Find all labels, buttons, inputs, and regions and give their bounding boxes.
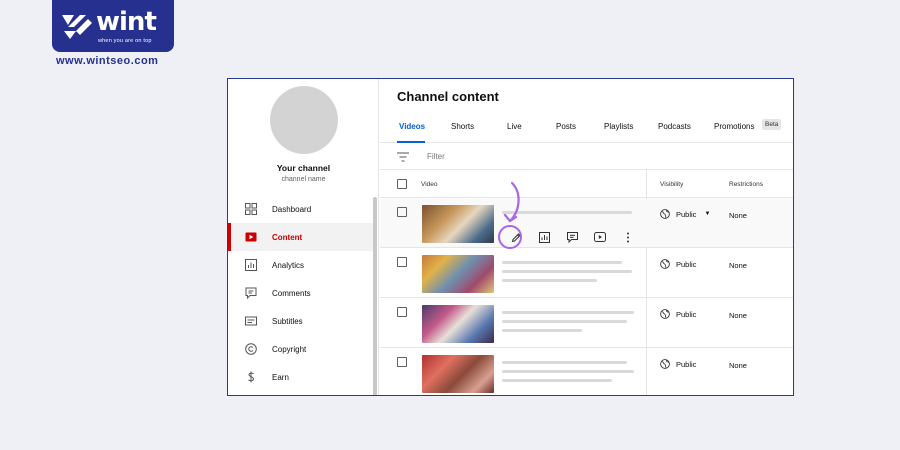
sidebar-item-label: Copyright	[272, 344, 307, 354]
video-thumbnail[interactable]	[422, 355, 494, 393]
tab-playlists[interactable]: Playlists	[604, 122, 633, 131]
table-row[interactable]: Public None	[380, 249, 793, 298]
brand-tagline: when you are on top	[98, 38, 152, 44]
sidebar: Your channel channel name Dashboard Cont…	[228, 79, 379, 395]
analytics-icon[interactable]	[530, 229, 558, 245]
beta-badge: Beta	[762, 119, 782, 130]
row-checkbox[interactable]	[397, 207, 407, 217]
tab-podcasts[interactable]: Podcasts	[658, 122, 691, 131]
visibility-label: Public	[676, 259, 697, 269]
select-all-checkbox[interactable]	[397, 179, 407, 189]
filter-bar[interactable]: Filter	[380, 144, 793, 170]
sidebar-item-label: Analytics	[272, 260, 305, 270]
comments-icon[interactable]	[558, 229, 586, 245]
copyright-icon	[244, 342, 258, 356]
restriction-value: None	[729, 211, 747, 220]
restriction-value: None	[729, 261, 747, 270]
table-header: Video Visibility Restrictions	[380, 170, 793, 198]
video-thumbnail[interactable]	[422, 205, 494, 243]
globe-icon	[660, 359, 670, 369]
restriction-value: None	[729, 361, 747, 370]
sidebar-item-analytics[interactable]: Analytics	[228, 251, 373, 279]
table-row[interactable]: Public None	[380, 349, 793, 395]
column-header-video[interactable]: Video	[421, 181, 438, 188]
visibility-status: Public	[660, 359, 696, 369]
tab-promotions[interactable]: Promotions	[714, 122, 754, 131]
sidebar-item-label: Content	[272, 232, 303, 242]
column-header-restrictions[interactable]: Restrictions	[729, 181, 763, 188]
wint-mark-icon	[62, 15, 92, 39]
sidebar-item-earn[interactable]: Earn	[228, 363, 373, 391]
channel-title: Your channel	[276, 163, 331, 173]
edit-highlight-circle	[498, 225, 522, 249]
tab-posts[interactable]: Posts	[556, 122, 576, 131]
content-icon	[244, 230, 258, 244]
sidebar-item-content[interactable]: Content	[228, 223, 373, 251]
sidebar-item-dashboard[interactable]: Dashboard	[228, 195, 373, 223]
caret-down-icon[interactable]: ▼	[704, 211, 710, 217]
sidebar-item-comments[interactable]: Comments	[228, 279, 373, 307]
filter-icon[interactable]	[397, 152, 409, 162]
sidebar-item-copyright[interactable]: Copyright	[228, 335, 373, 363]
sidebar-item-label: Comments	[272, 288, 311, 298]
youtube-icon[interactable]	[586, 229, 614, 245]
tab-shorts[interactable]: Shorts	[451, 122, 474, 131]
visibility-status: Public	[660, 259, 696, 269]
page-title: Channel content	[397, 89, 499, 104]
main-content: Channel content Videos Shorts Live Posts…	[380, 79, 793, 395]
sidebar-item-label: Earn	[272, 372, 289, 382]
row-actions	[502, 229, 642, 245]
video-title-blurred	[502, 261, 632, 288]
dashboard-icon	[244, 202, 258, 216]
visibility-label: Public	[676, 309, 697, 319]
more-options-icon[interactable]	[614, 229, 642, 245]
visibility-selector[interactable]: Public ▼	[660, 209, 710, 219]
site-url: www.wintseo.com	[56, 55, 159, 67]
video-thumbnail[interactable]	[422, 255, 494, 293]
annotation-arrow-icon	[503, 181, 520, 223]
sidebar-scrollbar[interactable]	[373, 197, 377, 395]
globe-icon	[660, 259, 670, 269]
brand-logo: wint when you are on top	[52, 0, 174, 52]
analytics-icon	[244, 258, 258, 272]
visibility-status: Public	[660, 309, 696, 319]
sidebar-item-label: Dashboard	[272, 204, 312, 214]
video-thumbnail[interactable]	[422, 305, 494, 343]
visibility-label: Public	[676, 359, 697, 369]
row-checkbox[interactable]	[397, 307, 407, 317]
visibility-label: Public	[676, 209, 697, 219]
channel-subtitle: channel name	[281, 176, 326, 183]
row-checkbox[interactable]	[397, 357, 407, 367]
active-tab-indicator	[397, 141, 425, 143]
restriction-value: None	[729, 311, 747, 320]
earn-icon	[244, 370, 258, 384]
globe-icon	[660, 309, 670, 319]
tab-live[interactable]: Live	[507, 122, 522, 131]
comments-icon	[244, 286, 258, 300]
filter-input[interactable]: Filter	[427, 152, 445, 161]
channel-avatar[interactable]	[270, 86, 338, 154]
sidebar-item-subtitles[interactable]: Subtitles	[228, 307, 373, 335]
sidebar-nav: Dashboard Content Analytics Comments Sub…	[228, 195, 373, 391]
table-row[interactable]: Public None	[380, 299, 793, 348]
brand-wordmark: wint	[96, 7, 157, 37]
video-title-blurred	[502, 311, 634, 338]
sidebar-item-label: Subtitles	[272, 316, 303, 326]
studio-window: Your channel channel name Dashboard Cont…	[227, 78, 794, 396]
content-tabs: Videos Shorts Live Posts Playlists Podca…	[380, 119, 793, 143]
column-header-visibility[interactable]: Visibility	[660, 181, 683, 188]
video-title-blurred	[502, 361, 634, 388]
tab-videos[interactable]: Videos	[399, 122, 425, 131]
subtitles-icon	[244, 314, 258, 328]
globe-icon	[660, 209, 670, 219]
table-row[interactable]: Public ▼ None	[380, 181, 793, 249]
row-checkbox[interactable]	[397, 257, 407, 267]
